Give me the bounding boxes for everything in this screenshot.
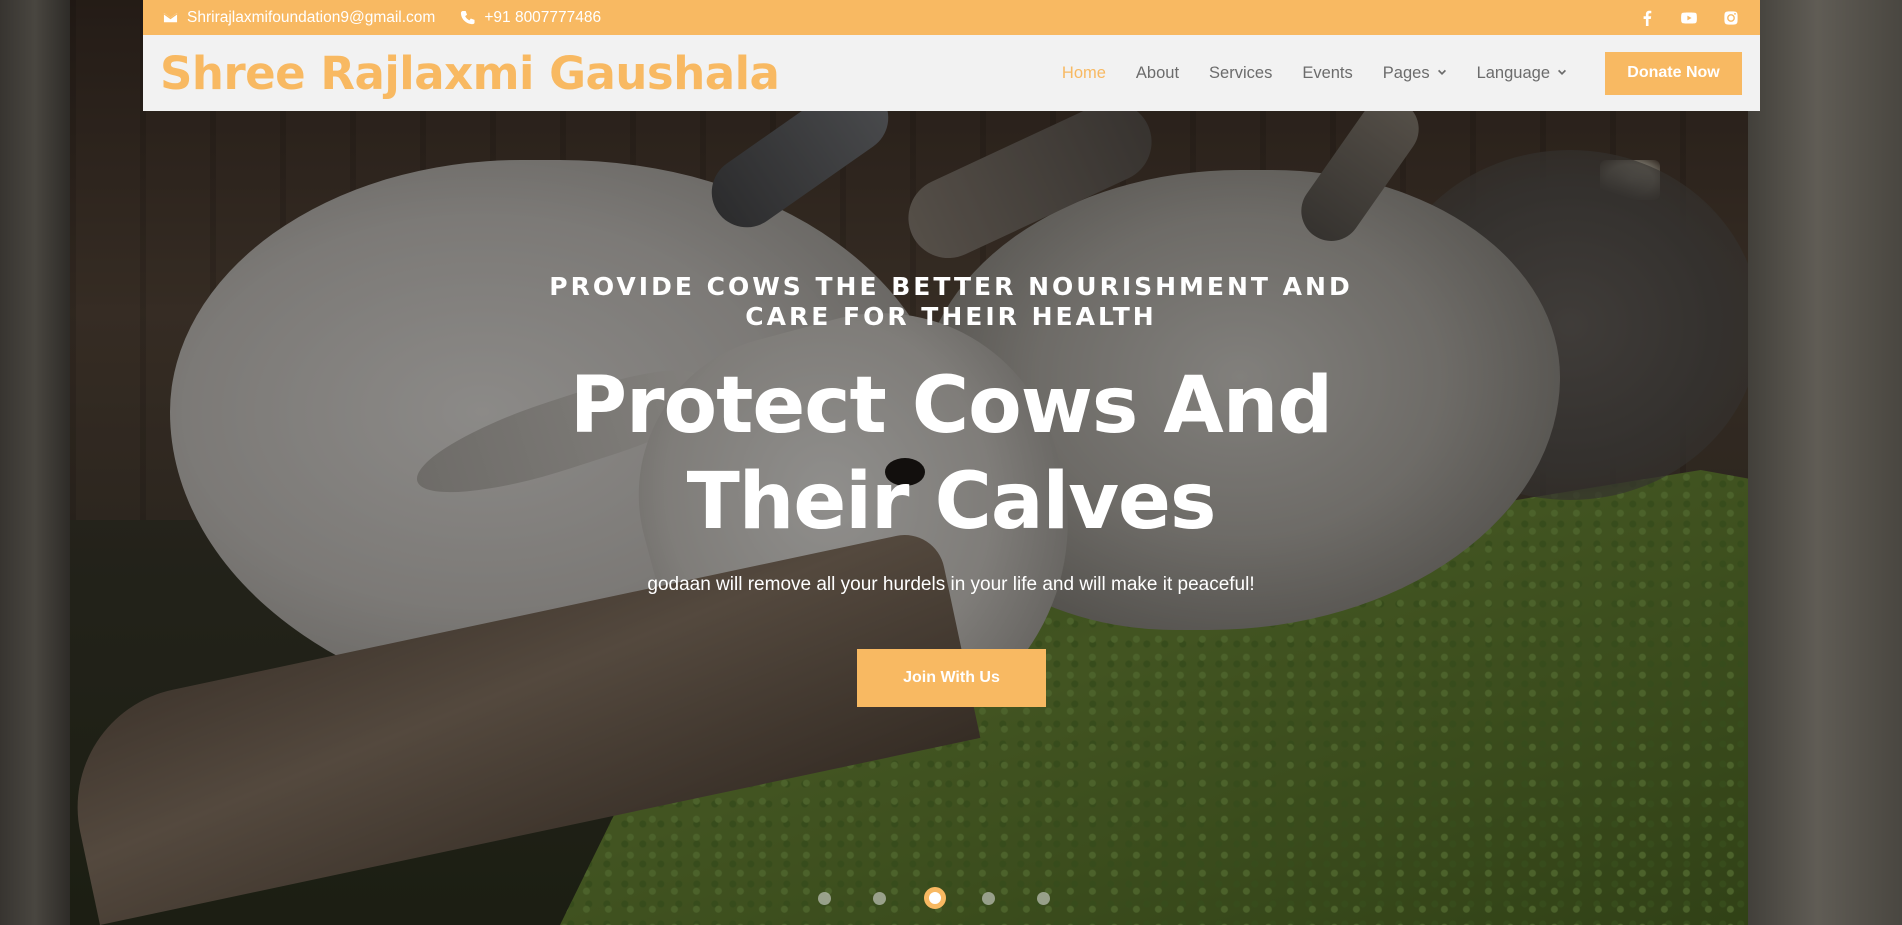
carousel-dot-3-active[interactable] [924, 887, 946, 909]
carousel-dot-5[interactable] [1037, 891, 1050, 905]
carousel-dot-2[interactable] [873, 891, 886, 905]
hero-subtitle: PROVIDE COWS THE BETTER NOURISHMENT AND … [549, 272, 1353, 331]
carousel-dot-4[interactable] [982, 891, 995, 905]
hero-content: PROVIDE COWS THE BETTER NOURISHMENT AND … [0, 0, 1902, 925]
hero-headline: Protect Cows And Their Calves [569, 361, 1333, 547]
carousel-pagination [818, 887, 1078, 909]
join-with-us-button[interactable]: Join With Us [857, 649, 1046, 707]
carousel-dot-1[interactable] [818, 891, 831, 905]
hero-tagline: godaan will remove all your hurdels in y… [647, 574, 1255, 595]
